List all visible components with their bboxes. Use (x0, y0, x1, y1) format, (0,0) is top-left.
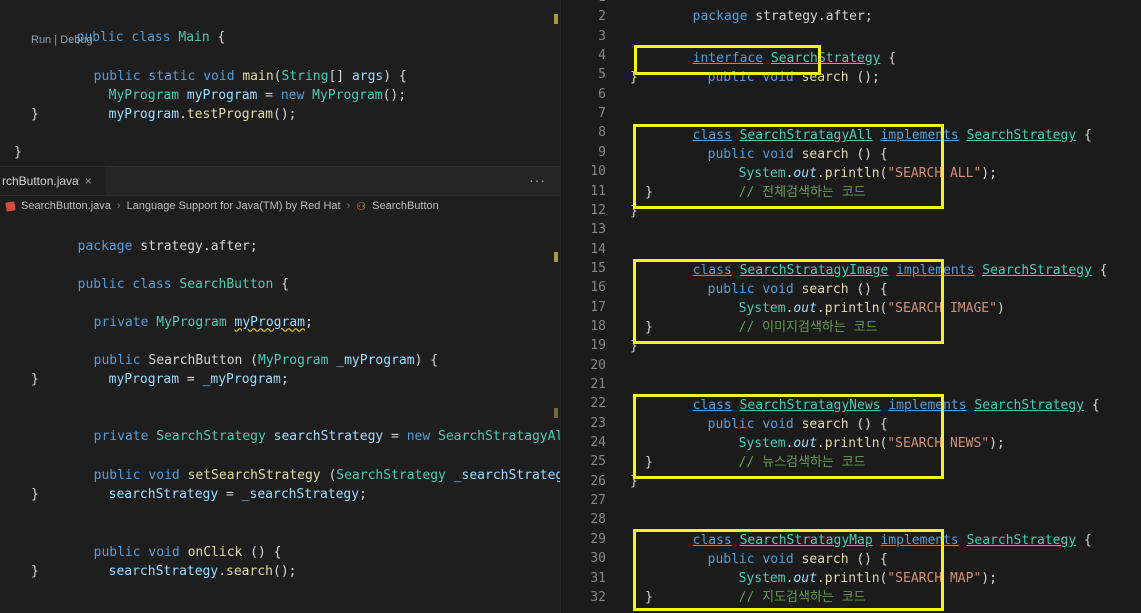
line-number: 28 (590, 512, 606, 528)
line-number: 29 (590, 531, 606, 547)
left-editor-group: public class Main { Run | Debug public s… (0, 0, 560, 613)
scrollbar-marker (554, 252, 558, 262)
line-number: 27 (590, 493, 606, 509)
line-number: 19 (590, 338, 606, 354)
line-number: 9 (598, 144, 606, 160)
code-line: } (31, 564, 39, 579)
line-number: 22 (590, 396, 606, 412)
code-line: myProgram.testProgram(); (108, 107, 297, 122)
line-number: 3 (598, 28, 606, 44)
tab-label: rchButton.java (2, 174, 79, 188)
line-number: 26 (590, 473, 606, 489)
line-number: 11 (590, 183, 606, 199)
more-actions-icon[interactable]: ··· (529, 172, 546, 188)
line-number: 21 (590, 377, 606, 392)
highlight-box (634, 45, 821, 75)
line-number: 25 (590, 454, 606, 470)
code-line: } (31, 487, 39, 502)
breadcrumb: SearchButton.java › Language Support for… (0, 194, 560, 218)
close-icon[interactable]: × (85, 174, 92, 188)
line-number-gutter: 1234567891011121314151617181920212223242… (560, 0, 606, 613)
line-number: 4 (598, 48, 606, 64)
line-number: 5 (598, 67, 606, 83)
highlight-box (633, 259, 944, 344)
breadcrumb-symbol[interactable]: SearchButton (372, 200, 439, 212)
searchbutton-java-editor[interactable]: package strategy.after; public class Sea… (0, 218, 560, 613)
line-number: 15 (590, 260, 606, 276)
line-number: 8 (598, 125, 606, 141)
scrollbar-marker (554, 408, 558, 418)
code-line: searchStrategy.search(); (108, 564, 297, 579)
run-debug-codelens[interactable]: Run | Debug (31, 34, 93, 46)
highlight-box (633, 394, 944, 479)
code-line: myProgram = _myProgram; (108, 372, 289, 387)
editor-tab-bar: rchButton.java × ··· (0, 166, 560, 196)
line-number: 23 (590, 415, 606, 431)
highlight-box (633, 529, 944, 611)
line-number: 18 (590, 318, 606, 334)
line-number: 7 (598, 106, 606, 122)
line-number: 32 (590, 589, 606, 605)
searchstrategy-editor[interactable]: package strategy.after; interface Search… (630, 0, 1140, 613)
line-number: 12 (590, 202, 606, 218)
right-editor-group[interactable]: 1234567891011121314151617181920212223242… (560, 0, 1141, 613)
java-file-icon (5, 200, 16, 212)
line-number: 2 (598, 9, 606, 25)
line-number: 13 (590, 222, 606, 238)
code-line: } (31, 107, 39, 122)
code-line: } (630, 70, 638, 85)
main-java-editor[interactable]: public class Main { Run | Debug public s… (0, 0, 560, 166)
chevron-right-icon: › (116, 200, 121, 212)
code-line: searchStrategy = _searchStrategy; (108, 487, 367, 502)
line-number: 1 (560, 0, 606, 7)
tab-searchbutton-java[interactable]: rchButton.java × (0, 167, 106, 195)
scrollbar-marker (554, 14, 558, 24)
breadcrumb-extension[interactable]: Language Support for Java(TM) by Red Hat (127, 200, 341, 212)
line-number: 24 (590, 435, 606, 451)
line-number: 6 (598, 86, 606, 102)
code-line: } (14, 145, 22, 160)
screen: public class Main { Run | Debug public s… (0, 0, 1141, 613)
line-number: 31 (590, 570, 606, 586)
line-number: 10 (590, 164, 606, 180)
line-number: 20 (590, 357, 606, 373)
breadcrumb-file[interactable]: SearchButton.java (21, 200, 111, 212)
class-symbol-icon: ⚇ (356, 200, 367, 213)
chevron-right-icon: › (346, 200, 351, 212)
highlight-box (633, 124, 944, 209)
line-number: 17 (590, 299, 606, 315)
code-line: } (31, 372, 39, 387)
line-number: 14 (590, 241, 606, 257)
line-number: 30 (590, 551, 606, 567)
line-number: 16 (590, 280, 606, 296)
